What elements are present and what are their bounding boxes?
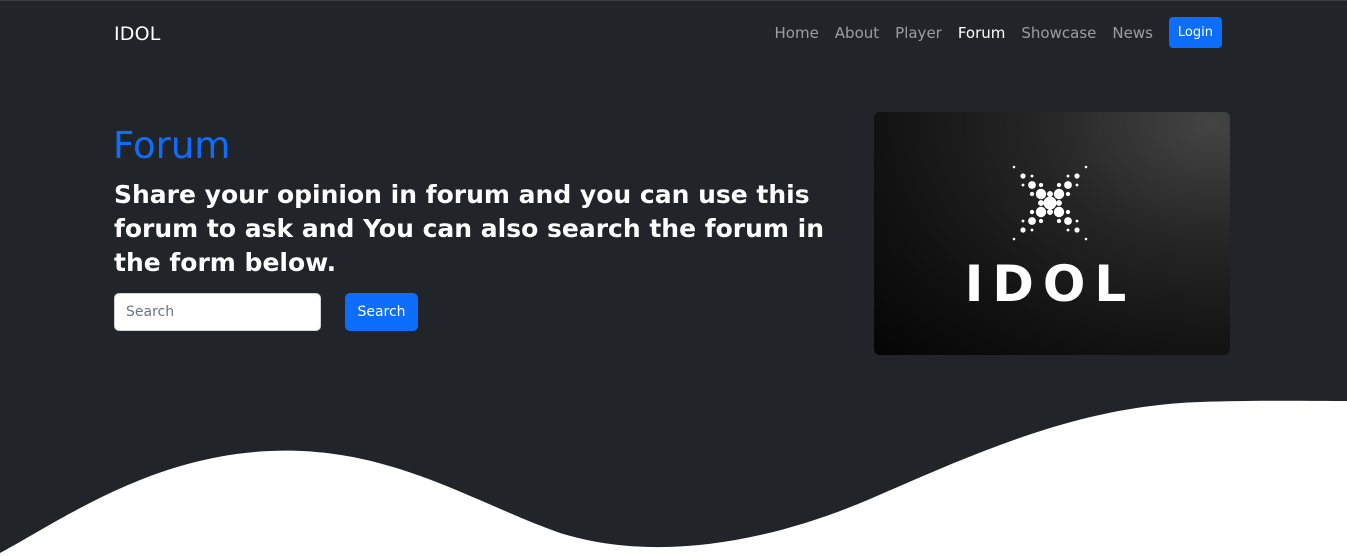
wave-divider bbox=[0, 400, 1347, 556]
page: IDOL Home About Player Forum Showcase Ne… bbox=[0, 0, 1347, 556]
